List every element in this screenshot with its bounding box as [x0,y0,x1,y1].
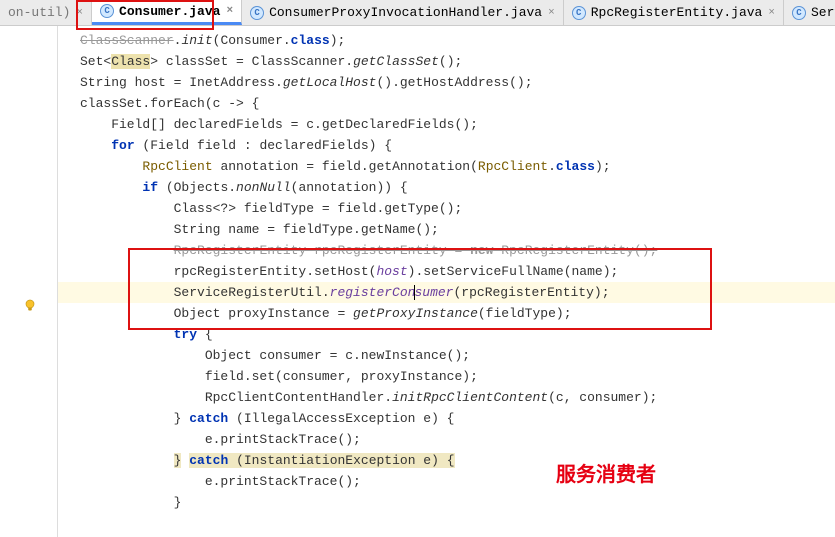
close-icon[interactable]: × [76,7,83,19]
tab-label: on-util) [8,5,70,20]
java-class-icon: C [250,6,264,20]
tab-label: RpcRegisterEntity.java [591,5,763,20]
tab-fragment[interactable]: on-util) × [0,0,92,25]
close-icon[interactable]: × [226,5,233,17]
tab-label: Consumer.java [119,4,220,19]
tab-label: ConsumerProxyInvocationHandler.java [269,5,542,20]
annotation-label: 服务消费者 [556,458,656,487]
editor-tabs: on-util) × C Consumer.java × C ConsumerP… [0,0,835,26]
tab-register-entity[interactable]: C RpcRegisterEntity.java × [564,0,784,25]
close-icon[interactable]: × [548,7,555,19]
code-editor[interactable]: ClassScanner.init(Consumer.class); Set<C… [0,26,835,537]
code-area[interactable]: ClassScanner.init(Consumer.class); Set<C… [58,26,835,513]
java-class-icon: C [100,4,114,18]
editor-gutter [0,26,58,537]
tab-label: ServiceRegister [811,5,835,20]
tab-service-register[interactable]: C ServiceRegister [784,0,835,25]
close-icon[interactable]: × [768,7,775,19]
tab-proxy-handler[interactable]: C ConsumerProxyInvocationHandler.java × [242,0,564,25]
tab-consumer[interactable]: C Consumer.java × [92,0,242,25]
java-class-icon: C [572,6,586,20]
intention-bulb-icon[interactable] [22,298,38,314]
java-class-icon: C [792,6,806,20]
